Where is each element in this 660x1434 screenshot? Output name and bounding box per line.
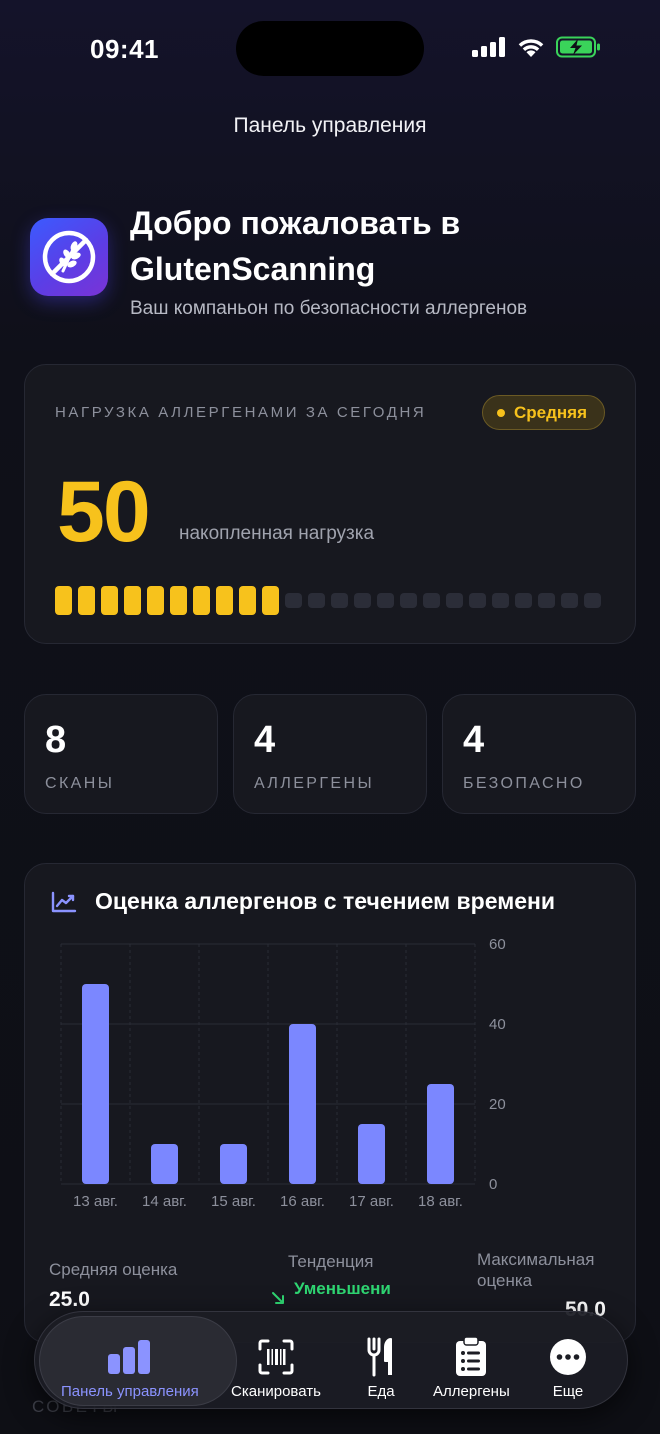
meter-segment-empty bbox=[354, 593, 371, 608]
y-tick-label: 20 bbox=[489, 1096, 506, 1113]
avg-score-value: 25.0 bbox=[49, 1288, 90, 1311]
status-time: 09:41 bbox=[90, 34, 159, 64]
tab-more[interactable]: Еще bbox=[549, 1324, 587, 1400]
meter-segment-filled bbox=[124, 586, 141, 615]
welcome-subtitle: Ваш компаньон по безопасности аллергенов bbox=[130, 298, 528, 319]
barcode-scan-icon bbox=[258, 1337, 294, 1377]
cellular-signal-icon bbox=[472, 37, 505, 57]
tab-label: Еще bbox=[552, 1383, 584, 1400]
trend-down-icon bbox=[272, 1292, 284, 1304]
tab-label: Аллергены bbox=[433, 1383, 510, 1400]
chart-bar bbox=[82, 984, 109, 1184]
load-level-badge: Средняя bbox=[481, 395, 605, 430]
chart-bar bbox=[358, 1124, 385, 1184]
load-label: НАГРУЗКА АЛЛЕРГЕНАМИ ЗА СЕГОДНЯ bbox=[55, 404, 427, 421]
meter-segment-filled bbox=[262, 586, 279, 615]
chart-header: Оценка аллергенов с течением времени bbox=[51, 888, 555, 915]
chart-bar bbox=[289, 1024, 316, 1184]
welcome-section: Добро пожаловать в GlutenScanning Ваш ко… bbox=[30, 200, 640, 320]
tab-label: Еда bbox=[367, 1383, 395, 1400]
meter-segment-empty bbox=[308, 593, 325, 608]
meter-segment-empty bbox=[515, 593, 532, 608]
badge-label: Средняя bbox=[513, 402, 587, 422]
meter-segment-empty bbox=[584, 593, 601, 608]
meter-segment-filled bbox=[239, 586, 256, 615]
x-tick-label: 14 авг. bbox=[142, 1193, 187, 1210]
meter-segment-empty bbox=[423, 593, 440, 608]
tab-bar: Панель управления Сканировать Еда Аллерг… bbox=[34, 1311, 628, 1409]
stat-label: АЛЛЕРГЕНЫ bbox=[254, 775, 375, 792]
load-meter bbox=[55, 586, 601, 615]
wifi-icon bbox=[518, 39, 544, 57]
stat-label: БЕЗОПАСНО bbox=[463, 775, 585, 792]
chart-title: Оценка аллергенов с течением времени bbox=[95, 888, 556, 914]
tab-label: Панель управления bbox=[61, 1383, 199, 1400]
meter-segment-empty bbox=[446, 593, 463, 608]
meter-segment-empty bbox=[331, 593, 348, 608]
trend-chart-icon bbox=[51, 891, 77, 912]
meter-segment-empty bbox=[377, 593, 394, 608]
chart-bars-icon bbox=[107, 1337, 152, 1377]
meter-segment-filled bbox=[193, 586, 210, 615]
x-tick-label: 16 авг. bbox=[280, 1193, 325, 1210]
welcome-title: Добро пожаловать в GlutenScanning bbox=[130, 205, 461, 287]
meter-segment-filled bbox=[55, 586, 72, 615]
chart-bar bbox=[220, 1144, 247, 1184]
x-tick-label: 13 авг. bbox=[73, 1193, 118, 1210]
y-tick-label: 60 bbox=[489, 936, 506, 953]
meter-segment-filled bbox=[216, 586, 233, 615]
dynamic-island bbox=[236, 21, 424, 76]
stat-card-scans[interactable]: 8 СКАНЫ bbox=[24, 694, 218, 814]
allergen-chart-card: Оценка аллергенов с течением времени 0 20… bbox=[24, 863, 636, 1343]
badge-dot-icon bbox=[496, 408, 505, 417]
tab-food[interactable]: Еда bbox=[367, 1324, 395, 1400]
meter-segment-filled bbox=[101, 586, 118, 615]
x-tick-label: 18 авг. bbox=[418, 1193, 463, 1210]
tab-allergens[interactable]: Аллергены bbox=[433, 1324, 510, 1400]
x-tick-label: 17 авг. bbox=[349, 1193, 394, 1210]
meter-segment-empty bbox=[285, 593, 302, 608]
load-value: 50 bbox=[57, 464, 151, 560]
trend-label: Тенденция bbox=[288, 1252, 374, 1271]
y-tick-label: 0 bbox=[489, 1176, 497, 1193]
load-caption: накопленная нагрузка bbox=[179, 523, 375, 544]
meter-segment-empty bbox=[469, 593, 486, 608]
status-icons bbox=[472, 36, 602, 58]
tab-label: Сканировать bbox=[231, 1383, 321, 1400]
allergen-load-card[interactable]: НАГРУЗКА АЛЛЕРГЕНАМИ ЗА СЕГОДНЯ Средняя … bbox=[24, 364, 636, 644]
avg-score-label: Средняя оценка bbox=[49, 1260, 178, 1279]
stat-value: 8 bbox=[45, 719, 67, 761]
clipboard-list-icon bbox=[455, 1337, 487, 1377]
allergen-bar-chart: 0 20 40 60 13 авг. 14 авг. 15 авг. 16 авг. 17 ав… bbox=[60, 936, 506, 1210]
max-score-label: Максимальная оценка bbox=[477, 1250, 595, 1290]
tab-scan[interactable]: Сканировать bbox=[231, 1324, 321, 1400]
x-tick-label: 15 авг. bbox=[211, 1193, 256, 1210]
chart-bar bbox=[151, 1144, 178, 1184]
y-tick-label: 40 bbox=[489, 1016, 506, 1033]
wheat-crossed-icon bbox=[30, 218, 108, 296]
chart-bar bbox=[427, 1084, 454, 1184]
meter-segment-filled bbox=[147, 586, 164, 615]
meter-segment-empty bbox=[561, 593, 578, 608]
meter-segment-empty bbox=[492, 593, 509, 608]
tab-dashboard[interactable]: Панель управления bbox=[61, 1324, 199, 1400]
meter-segment-filled bbox=[170, 586, 187, 615]
stat-value: 4 bbox=[463, 719, 485, 761]
more-dots-icon bbox=[549, 1337, 587, 1377]
meter-segment-filled bbox=[78, 586, 95, 615]
trend-value: Уменьшени bbox=[294, 1279, 391, 1298]
meter-segment-empty bbox=[538, 593, 555, 608]
stat-label: СКАНЫ bbox=[45, 775, 115, 792]
status-bar: 09:41 bbox=[0, 0, 660, 100]
stat-card-safe[interactable]: 4 БЕЗОПАСНО bbox=[442, 694, 636, 814]
stat-value: 4 bbox=[254, 719, 276, 761]
battery-charging-icon bbox=[556, 36, 600, 58]
fork-knife-icon bbox=[367, 1337, 395, 1377]
meter-segment-empty bbox=[400, 593, 417, 608]
stat-card-allergens[interactable]: 4 АЛЛЕРГЕНЫ bbox=[233, 694, 427, 814]
page-title: Панель управления bbox=[233, 114, 427, 137]
